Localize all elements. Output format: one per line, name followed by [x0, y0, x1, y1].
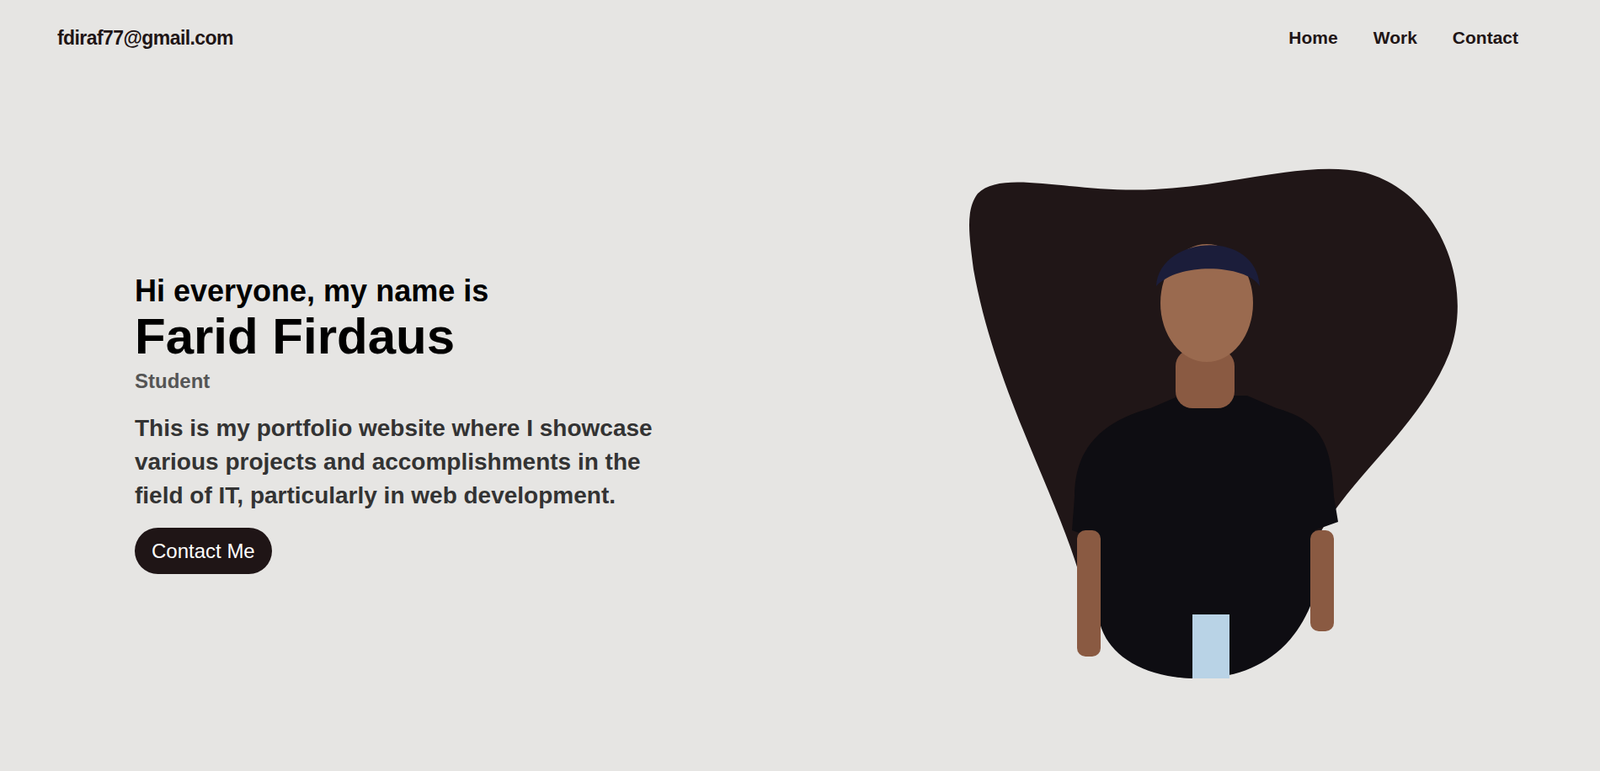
- nav-link[interactable]: Home: [1288, 21, 1338, 55]
- name-heading: Farid Firdaus: [134, 309, 455, 365]
- email-link[interactable]: fdiraf77@gmail.com: [57, 23, 234, 54]
- contact-button[interactable]: Contact Me: [134, 528, 272, 575]
- greeting: Hi everyone, my name is: [134, 272, 489, 310]
- portrait-photo: [1072, 244, 1339, 679]
- hero-text: Hi everyone, my name is Farid Firdaus St…: [134, 272, 691, 575]
- main-nav: Home Work Contact: [1288, 21, 1519, 55]
- description: This is my portfolio website where I sho…: [134, 411, 683, 513]
- role: Student: [134, 366, 210, 397]
- nav-link[interactable]: Work: [1373, 21, 1418, 55]
- site-header: fdiraf77@gmail.com Home Work Contact: [0, 0, 1600, 76]
- nav-link[interactable]: Contact: [1452, 21, 1519, 55]
- hero-section: Hi everyone, my name is Farid Firdaus St…: [0, 75, 1600, 771]
- blob-shape: [969, 168, 1460, 679]
- hero-image: [969, 168, 1460, 679]
